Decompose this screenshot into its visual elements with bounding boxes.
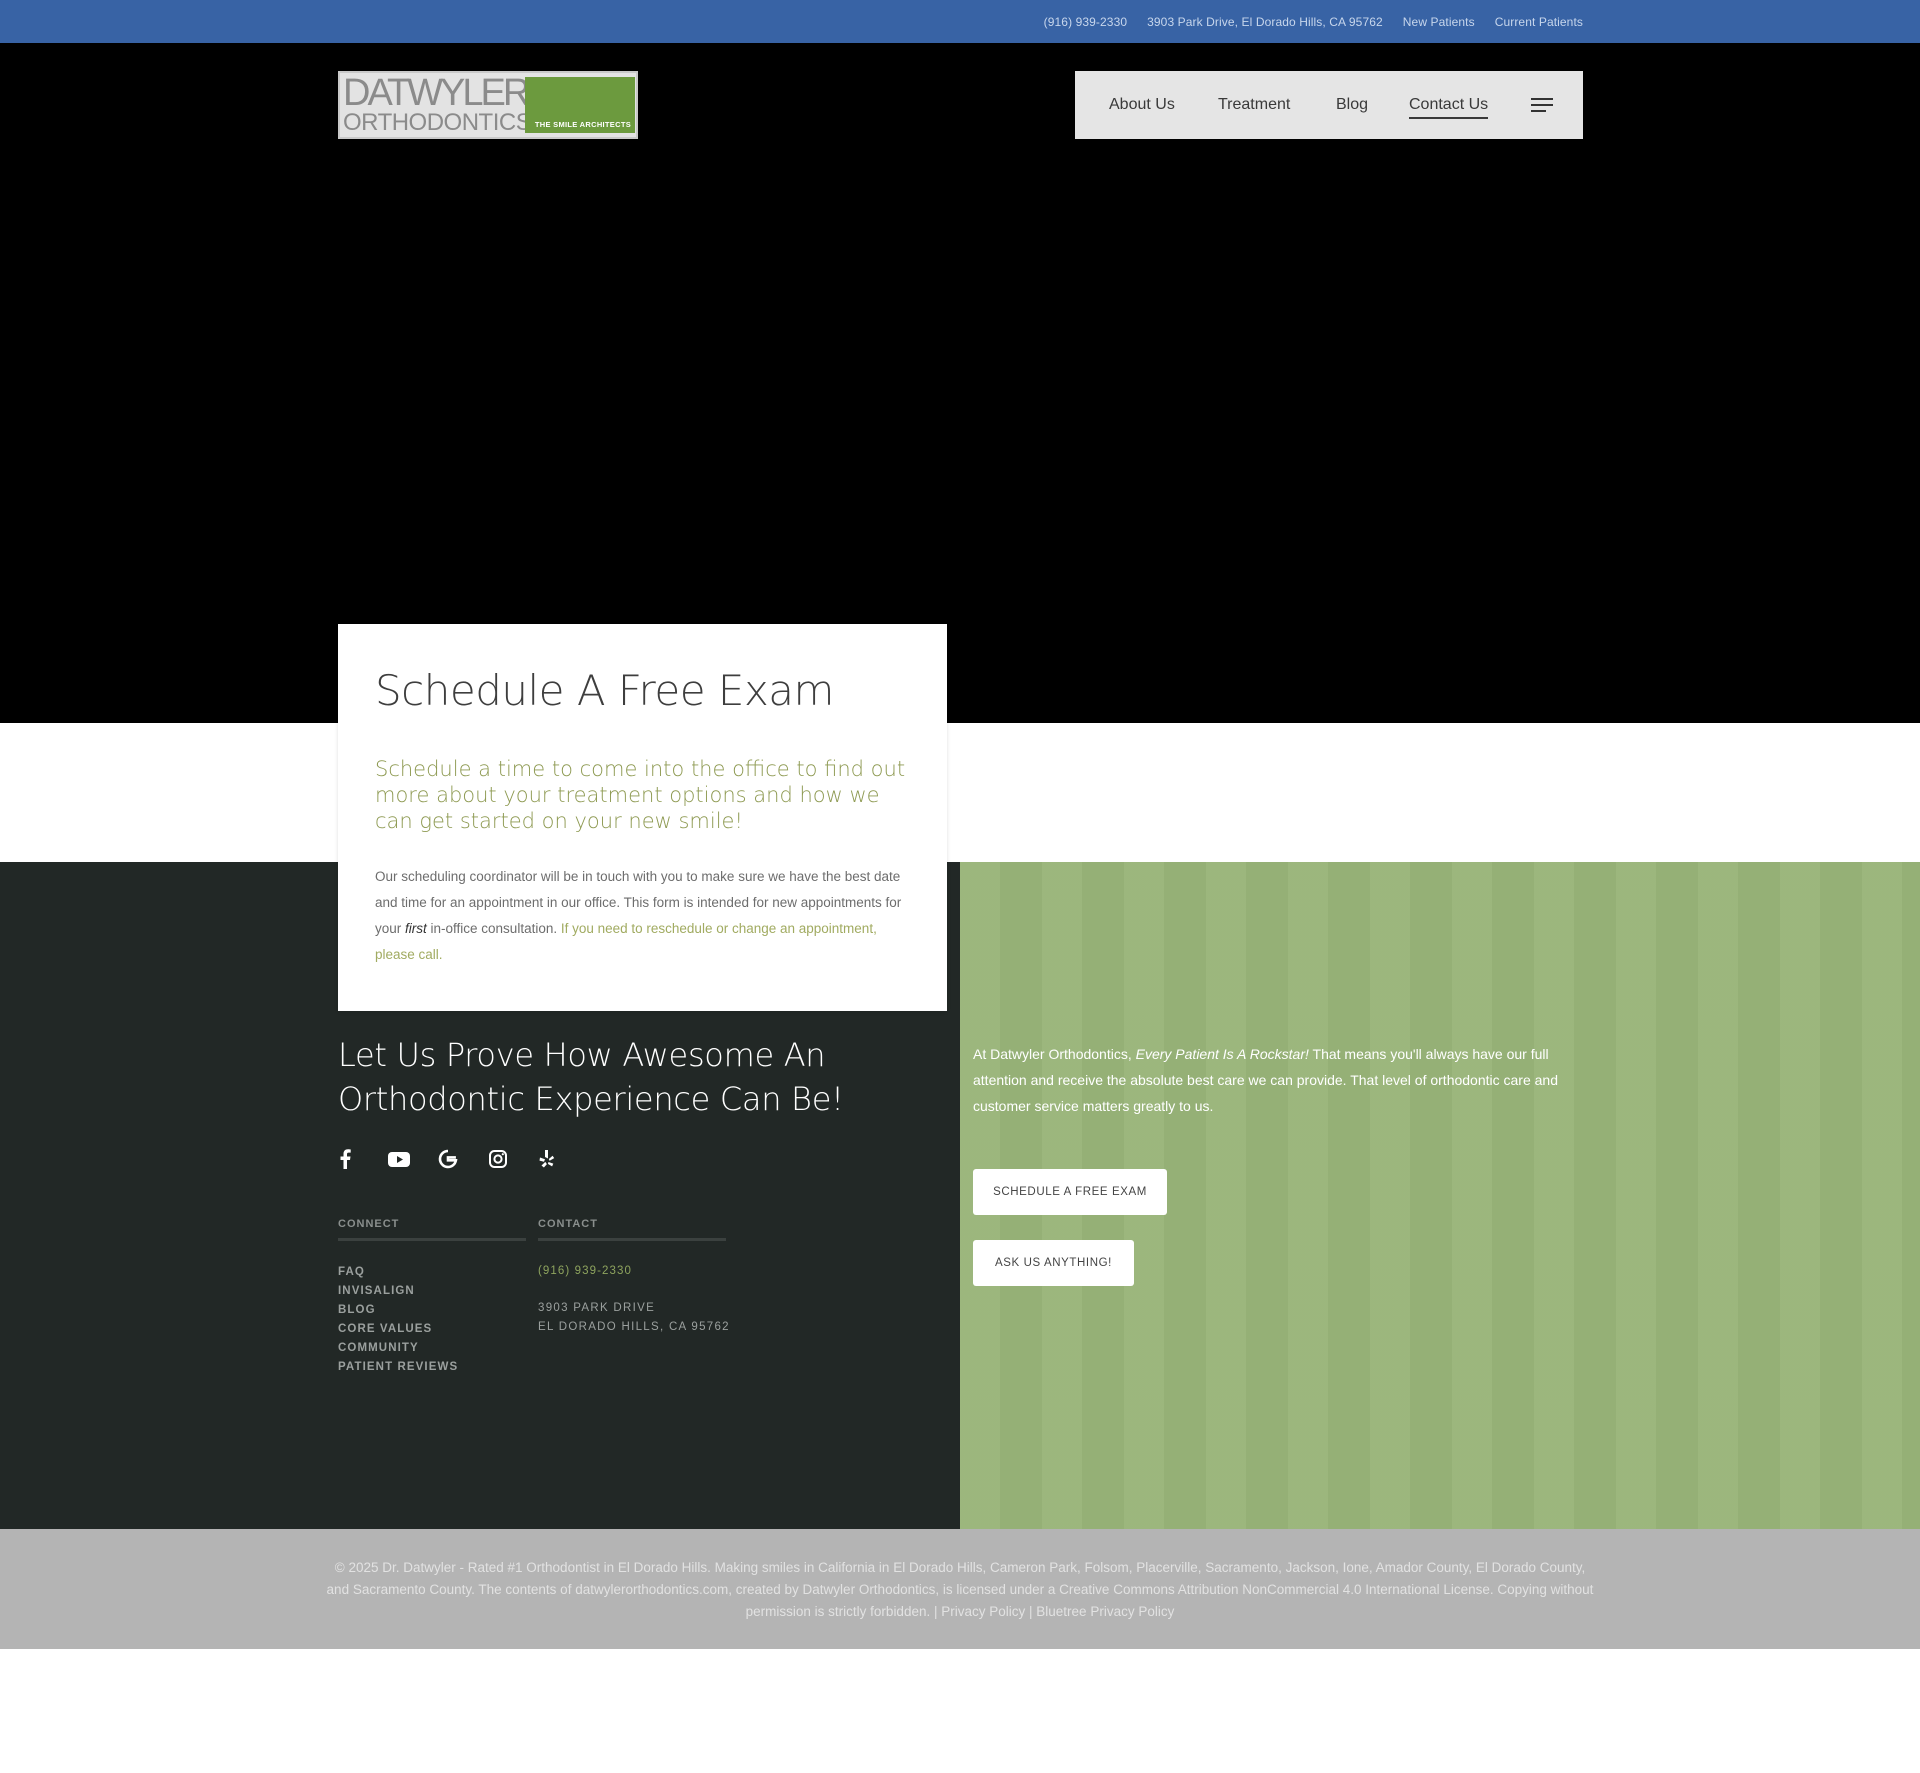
main-navigation: About Us Treatment Blog Contact Us	[1075, 71, 1583, 139]
nav-contact-us[interactable]: Contact Us	[1409, 71, 1489, 139]
topbar-new-patients-link[interactable]: New Patients	[1403, 15, 1475, 29]
hero-banner	[0, 43, 1920, 723]
hamburger-icon[interactable]	[1531, 97, 1553, 113]
topbar-address-link[interactable]: 3903 Park Drive, El Dorado Hills, CA 957…	[1147, 15, 1383, 29]
logo-green-box: THE SMILE ARCHITECTS	[525, 77, 635, 133]
contact-title: CONTACT	[538, 1218, 726, 1241]
privacy-policy-link[interactable]: Privacy Policy	[941, 1604, 1025, 1619]
site-logo[interactable]: DATWYLER ORTHODONTICS THE SMILE ARCHITEC…	[338, 71, 638, 139]
logo-line-1: DATWYLER	[343, 72, 530, 114]
contact-address: 3903 PARK DRIVE EL DORADO HILLS, CA 9576…	[538, 1299, 730, 1337]
contact-phone-link[interactable]: (916) 939-2330	[538, 1265, 726, 1277]
social-links	[338, 1147, 588, 1171]
connect-link-faq[interactable]: FAQ	[338, 1263, 526, 1282]
rockstar-emphasis: Every Patient Is A Rockstar!	[1135, 1046, 1309, 1062]
top-utility-links: (916) 939-2330 3903 Park Drive, El Dorad…	[1044, 0, 1583, 43]
rockstar-statement: At Datwyler Orthodontics, Every Patient …	[973, 1046, 1558, 1114]
instagram-icon[interactable]	[488, 1147, 538, 1171]
logo-wordmark: DATWYLER ORTHODONTICS	[343, 72, 532, 136]
logo-tagline: THE SMILE ARCHITECTS	[534, 120, 631, 129]
bluetree-privacy-policy-link[interactable]: Bluetree Privacy Policy	[1036, 1604, 1174, 1619]
nav-treatment[interactable]: Treatment	[1218, 71, 1290, 139]
ask-us-anything-button[interactable]: ASK US ANYTHING!	[973, 1240, 1134, 1286]
connect-link-community[interactable]: COMMUNITY	[338, 1339, 526, 1358]
connect-link-core-values[interactable]: CORE VALUES	[338, 1320, 526, 1339]
top-utility-bar: (916) 939-2330 3903 Park Drive, El Dorad…	[0, 0, 1920, 43]
youtube-icon[interactable]	[388, 1147, 438, 1171]
copyright-bar: © 2025 Dr. Datwyler - Rated #1 Orthodont…	[0, 1529, 1920, 1649]
footer-contact-column: CONTACT (916) 939-2330 3903 PARK DRIVE E…	[538, 1218, 730, 1337]
google-icon[interactable]	[438, 1147, 488, 1171]
topbar-phone-link[interactable]: (916) 939-2330	[1044, 15, 1127, 29]
schedule-exam-card: Schedule A Free Exam Schedule a time to …	[338, 624, 947, 1011]
nav-about-us[interactable]: About Us	[1109, 71, 1175, 139]
copyright-text: © 2025 Dr. Datwyler - Rated #1 Orthodont…	[326, 1560, 1594, 1619]
connect-title: CONNECT	[338, 1218, 526, 1241]
footer-connect-column: CONNECT FAQ INVISALIGN BLOG CORE VALUES …	[338, 1218, 526, 1377]
card-body-emphasis: first	[405, 921, 427, 936]
connect-link-invisalign[interactable]: INVISALIGN	[338, 1282, 526, 1301]
topbar-current-patients-link[interactable]: Current Patients	[1495, 15, 1583, 29]
contact-address-line-1: 3903 PARK DRIVE	[538, 1302, 656, 1314]
logo-line-2: ORTHODONTICS	[343, 109, 532, 136]
facebook-icon[interactable]	[338, 1147, 388, 1171]
white-band	[0, 723, 1920, 863]
footer-heading: Let Us Prove How Awesome An Orthodontic …	[338, 1036, 844, 1118]
nav-blog[interactable]: Blog	[1336, 71, 1368, 139]
connect-links: FAQ INVISALIGN BLOG CORE VALUES COMMUNIT…	[338, 1263, 526, 1377]
schedule-free-exam-button[interactable]: SCHEDULE A FREE EXAM	[973, 1169, 1167, 1215]
card-title: Schedule A Free Exam	[375, 666, 834, 715]
connect-link-patient-reviews[interactable]: PATIENT REVIEWS	[338, 1358, 526, 1377]
card-body: Our scheduling coordinator will be in to…	[375, 869, 902, 962]
card-lead: Schedule a time to come into the office …	[375, 757, 906, 833]
yelp-icon[interactable]	[538, 1147, 588, 1171]
connect-link-blog[interactable]: BLOG	[338, 1301, 526, 1320]
contact-address-line-2: EL DORADO HILLS, CA 95762	[538, 1321, 730, 1333]
